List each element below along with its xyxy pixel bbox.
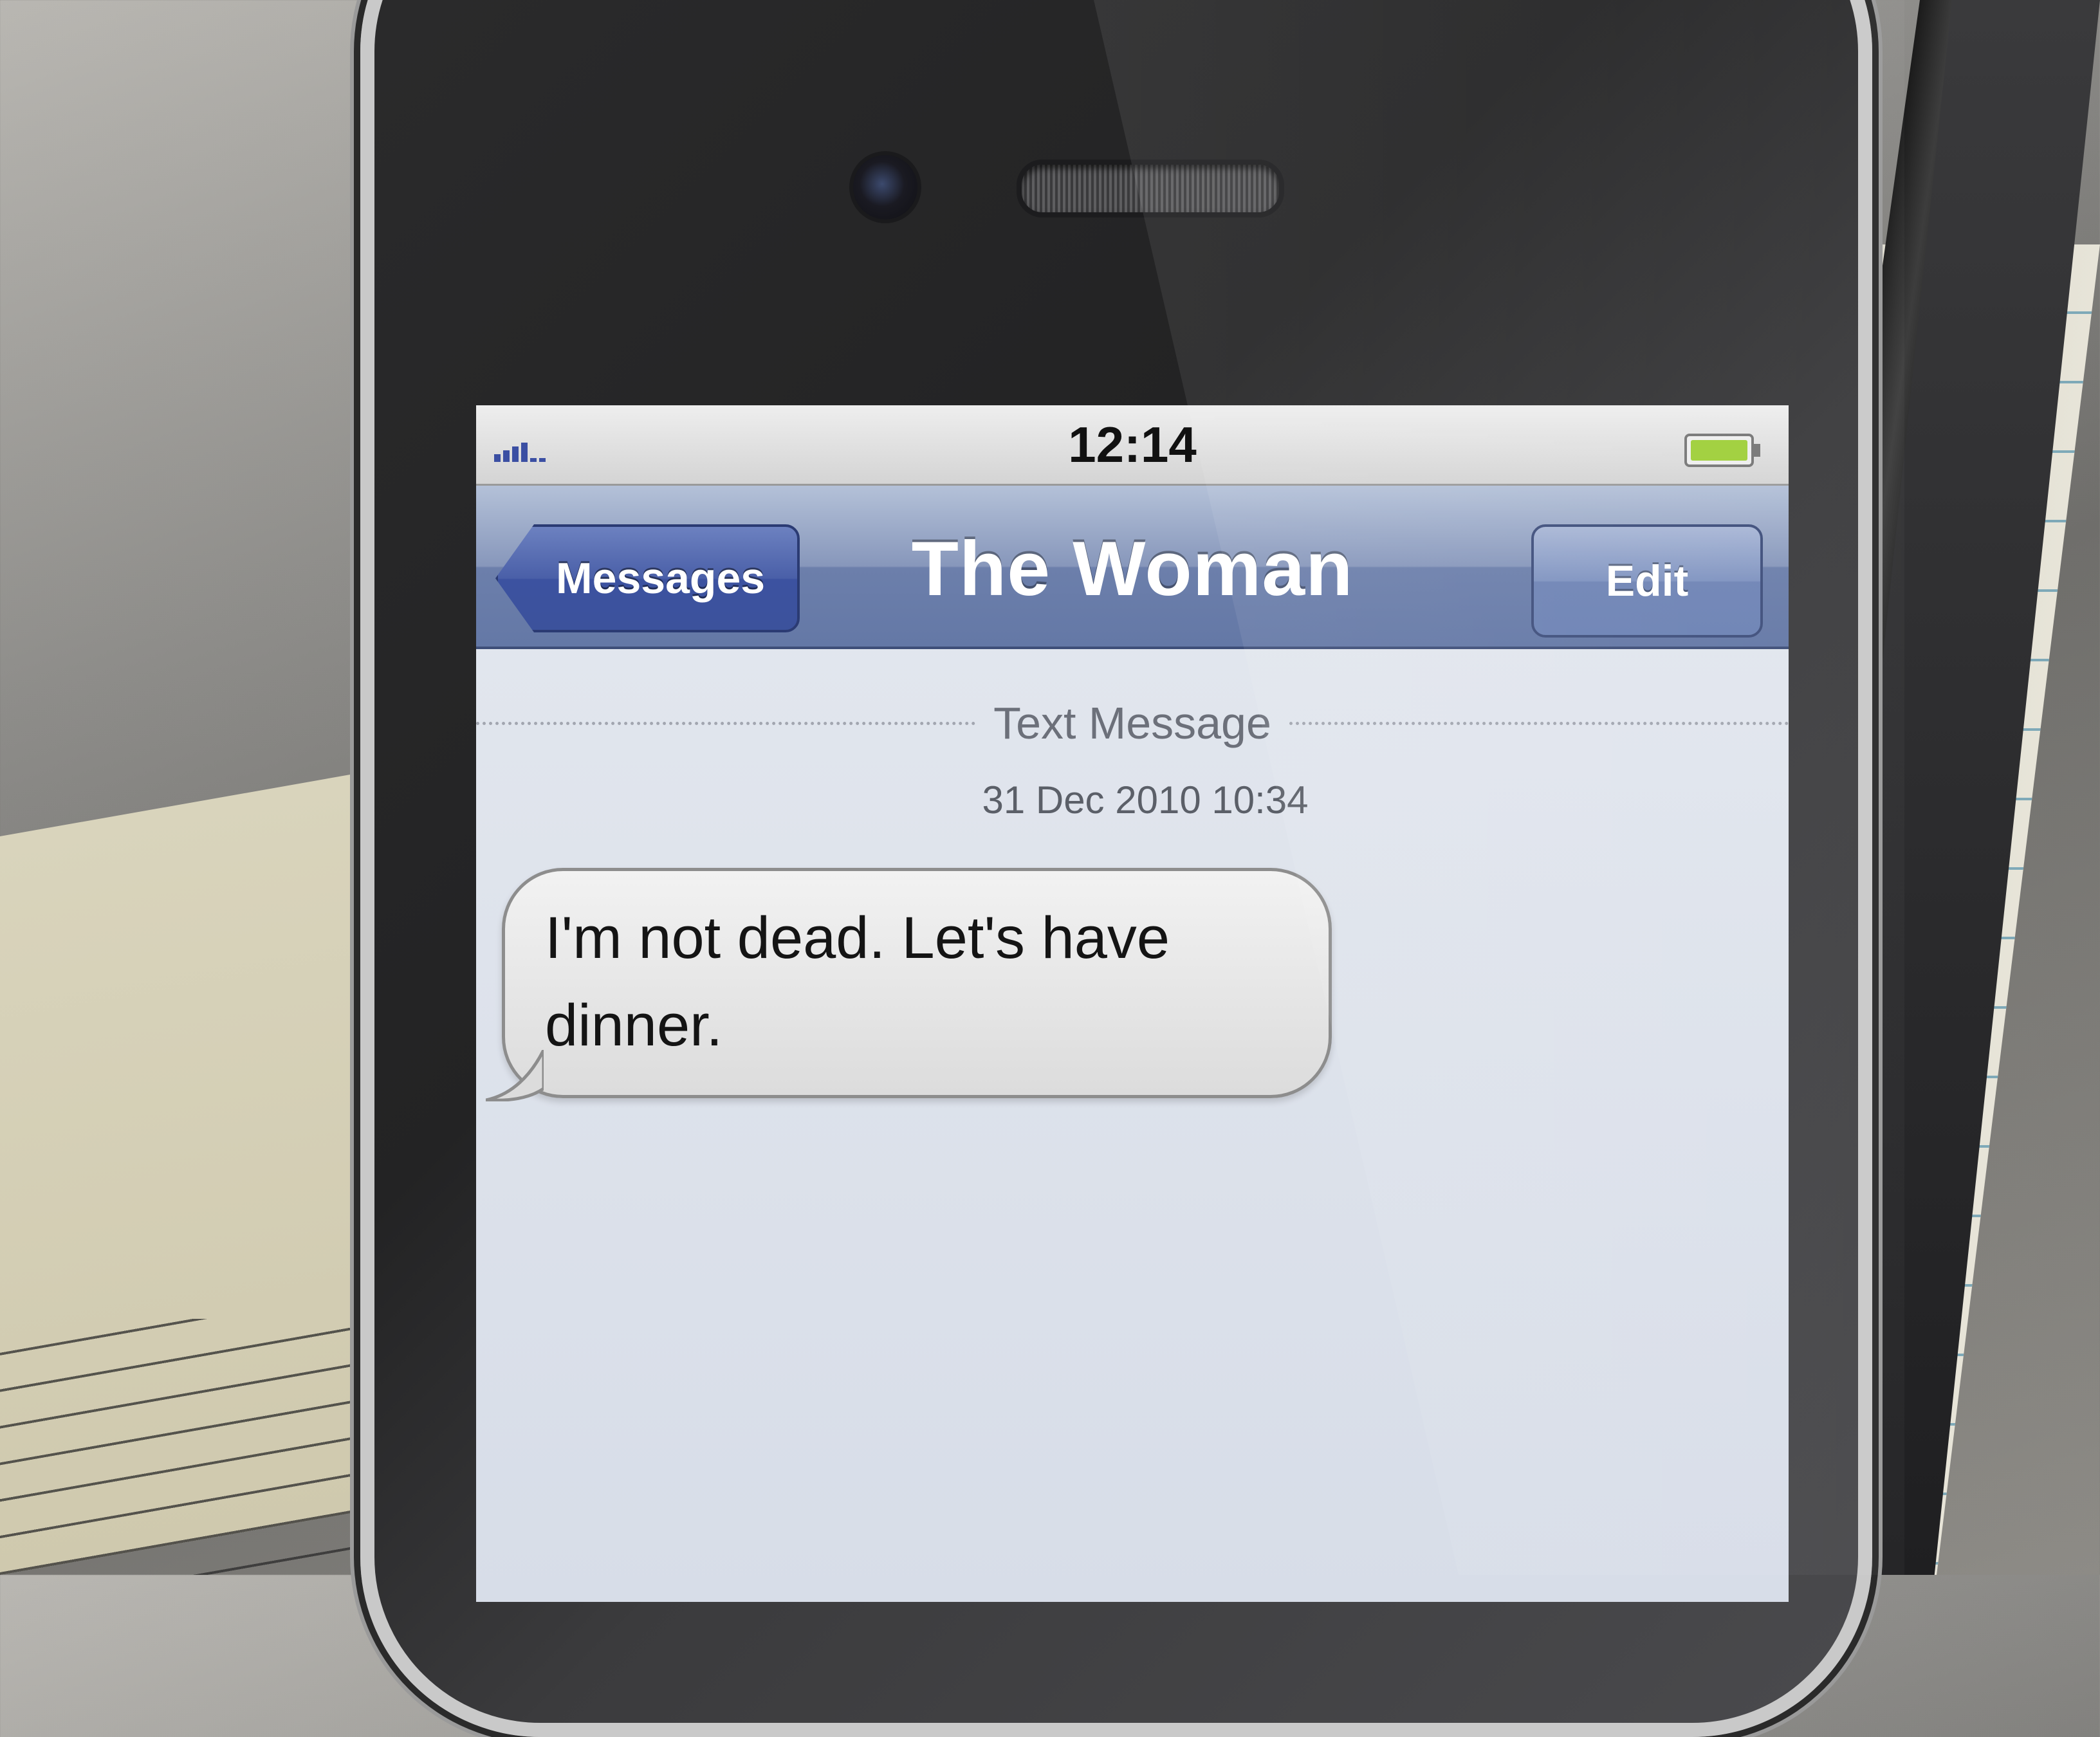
message-timestamp: 31 Dec 2010 10:34 — [982, 778, 1309, 822]
separator-line-left — [476, 721, 976, 725]
camera-icon — [849, 151, 921, 223]
background-lines — [0, 1319, 360, 1575]
separator-label: Text Message — [993, 698, 1271, 748]
edit-button-label: Edit — [1605, 556, 1689, 605]
message-thread[interactable]: Text Message 31 Dec 2010 10:34 I'm not d… — [476, 649, 1789, 1602]
edit-button[interactable]: Edit — [1531, 524, 1763, 638]
status-clock: 12:14 — [1068, 416, 1197, 473]
bubble-tail — [486, 1050, 544, 1101]
incoming-message-bubble[interactable]: I'm not dead. Let's have dinner. — [486, 868, 1332, 1101]
separator-line-right — [1289, 721, 1789, 725]
message-text: I'm not dead. Let's have dinner. — [545, 905, 1170, 1058]
phone-screen: 12:14 Messages The Woman Edit Text Messa… — [476, 405, 1789, 1602]
thread-separator: Text Message — [476, 698, 1789, 748]
navigation-bar: Messages The Woman Edit — [476, 486, 1789, 649]
status-bar: 12:14 — [476, 405, 1789, 486]
battery-icon — [1684, 434, 1760, 467]
speaker-grille — [1017, 160, 1284, 217]
